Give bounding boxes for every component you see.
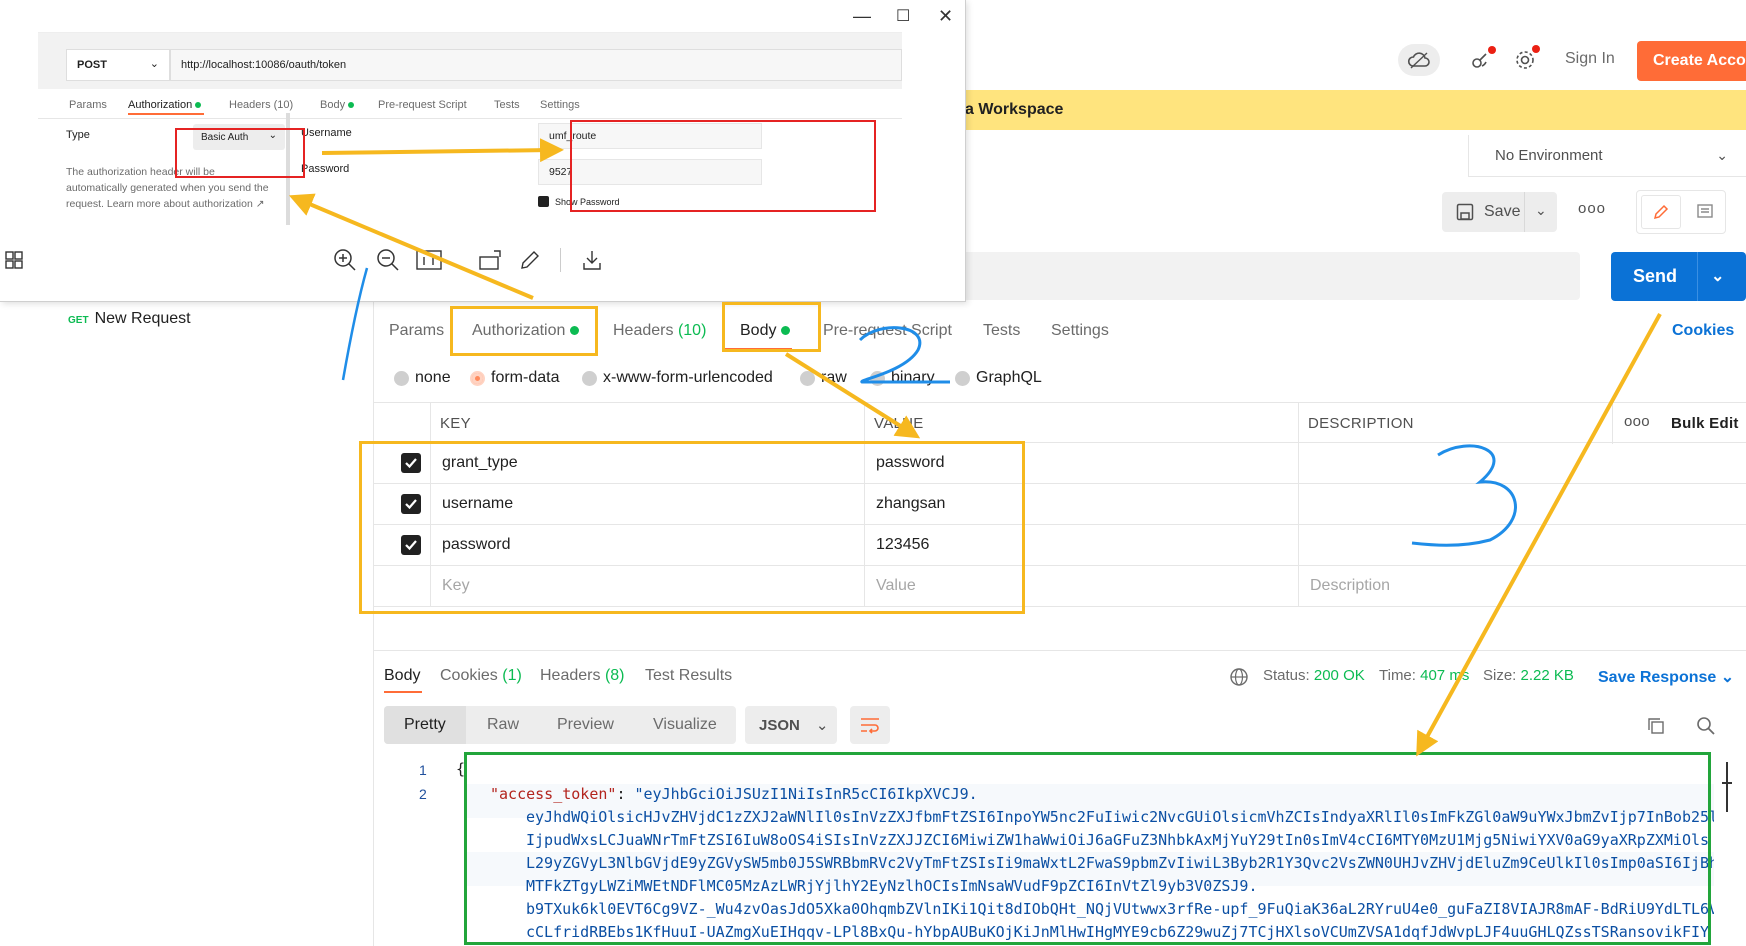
arrow-body (784, 352, 921, 439)
handwritten-three (1411, 444, 1517, 547)
handwritten-two (858, 326, 950, 384)
annotation-arrows (288, 138, 1662, 757)
arrow-username (321, 138, 564, 163)
arrow-type (288, 193, 534, 300)
handwritten-one (341, 267, 369, 381)
arrow-response (1416, 313, 1662, 757)
